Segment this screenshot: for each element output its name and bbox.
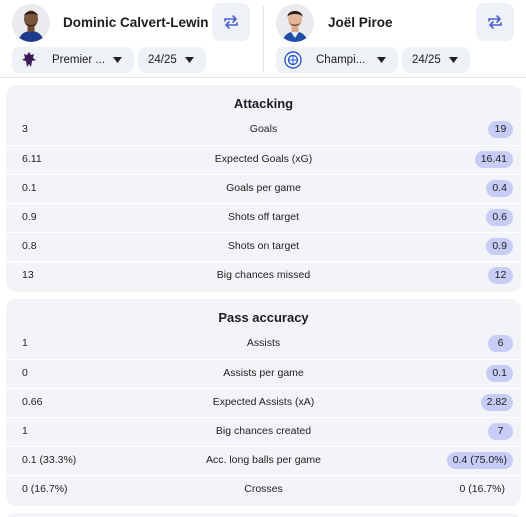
player-left-name: Dominic Calvert-Lewin [63, 15, 209, 30]
stat-row: 0.1 Goals per game 0.4 [6, 174, 521, 203]
stat-row: 13 Big chances missed 12 [6, 261, 521, 290]
league-select-left[interactable]: Premier ... [12, 47, 134, 73]
stat-row: 1 Big chances created 7 [6, 417, 521, 446]
caret-down-icon [376, 57, 386, 63]
player-right-avatar[interactable] [276, 4, 314, 42]
stat-row: 0.8 Shots on target 0.9 [6, 232, 521, 261]
stat-right-value: 2.82 [480, 394, 513, 411]
player-right-name: Joël Piroe [328, 15, 393, 30]
swap-icon [224, 15, 238, 29]
section-title: Pass accuracy [218, 310, 309, 325]
stat-label: Goals per game [226, 182, 301, 194]
pass-accuracy-section: Pass accuracy 1 Assists 6 0 Assists per … [6, 299, 521, 506]
league-select-right[interactable]: Champi... [276, 47, 398, 73]
stat-label: Big chances missed [216, 269, 311, 281]
swap-player-right-button[interactable] [476, 3, 514, 41]
stat-right-value: 6 [488, 335, 513, 352]
stat-label: Acc. long balls per game [206, 454, 321, 466]
stat-right-value: 0.6 [486, 209, 513, 226]
caret-down-icon [184, 57, 194, 63]
player-right-panel: Joël Piroe Champi... 24/25 [264, 0, 526, 78]
stat-right-value: 12 [488, 267, 513, 284]
stat-right-value: 7 [488, 423, 513, 440]
stat-right-value: 0.1 [486, 365, 513, 382]
attacking-section: Attacking 3 Goals 19 6.11 Expected Goals… [6, 85, 521, 292]
league-select-right-value: Champi... [316, 54, 366, 66]
comparison-header: Dominic Calvert-Lewin Premier ... 24/25 [0, 0, 526, 78]
season-select-right-value: 24/25 [412, 54, 441, 66]
section-title: Attacking [233, 96, 294, 111]
season-select-right[interactable]: 24/25 [402, 47, 470, 73]
stat-right-value: 0.4 (75.0%) [446, 452, 513, 469]
stat-row: 1 Assists 6 [6, 330, 521, 359]
caret-down-icon [112, 57, 122, 63]
next-section-card [6, 513, 521, 517]
stat-label: Expected Goals (xG) [214, 153, 313, 165]
stat-label: Assists per game [223, 367, 304, 379]
stat-row: 0 Assists per game 0.1 [6, 359, 521, 388]
stat-row: 3 Goals 19 [6, 116, 521, 145]
stat-label: Big chances created [215, 425, 312, 437]
stat-right-value: 0 (16.7%) [459, 483, 505, 495]
stat-right-value: 16.41 [474, 151, 513, 168]
stat-row: 0.66 Expected Assists (xA) 2.82 [6, 388, 521, 417]
stat-right-value: 0.4 [486, 180, 513, 197]
swap-player-left-button[interactable] [212, 3, 250, 41]
player-left-avatar[interactable] [12, 4, 50, 42]
league-select-left-value: Premier ... [52, 54, 106, 66]
premier-league-logo-icon [20, 51, 38, 69]
season-select-left[interactable]: 24/25 [138, 47, 206, 73]
stat-row: 0.1 (33.3%) Acc. long balls per game 0.4… [6, 446, 521, 475]
caret-down-icon [448, 57, 458, 63]
stat-right-value: 19 [488, 121, 513, 138]
swap-icon [488, 15, 502, 29]
championship-logo-icon [284, 51, 302, 69]
player-left-panel: Dominic Calvert-Lewin Premier ... 24/25 [0, 0, 263, 78]
stat-label: Shots off target [227, 211, 300, 223]
stat-label: Expected Assists (xA) [212, 396, 315, 408]
season-select-left-value: 24/25 [148, 54, 177, 66]
stat-label: Assists [246, 337, 281, 349]
stat-row: 0.9 Shots off target 0.6 [6, 203, 521, 232]
stat-row: 0 (16.7%) Crosses 0 (16.7%) [6, 475, 521, 504]
stat-row: 6.11 Expected Goals (xG) 16.41 [6, 145, 521, 174]
stat-label: Crosses [244, 483, 283, 495]
stat-label: Goals [249, 123, 278, 135]
stat-right-value: 0.9 [486, 238, 513, 255]
stat-label: Shots on target [227, 240, 300, 252]
